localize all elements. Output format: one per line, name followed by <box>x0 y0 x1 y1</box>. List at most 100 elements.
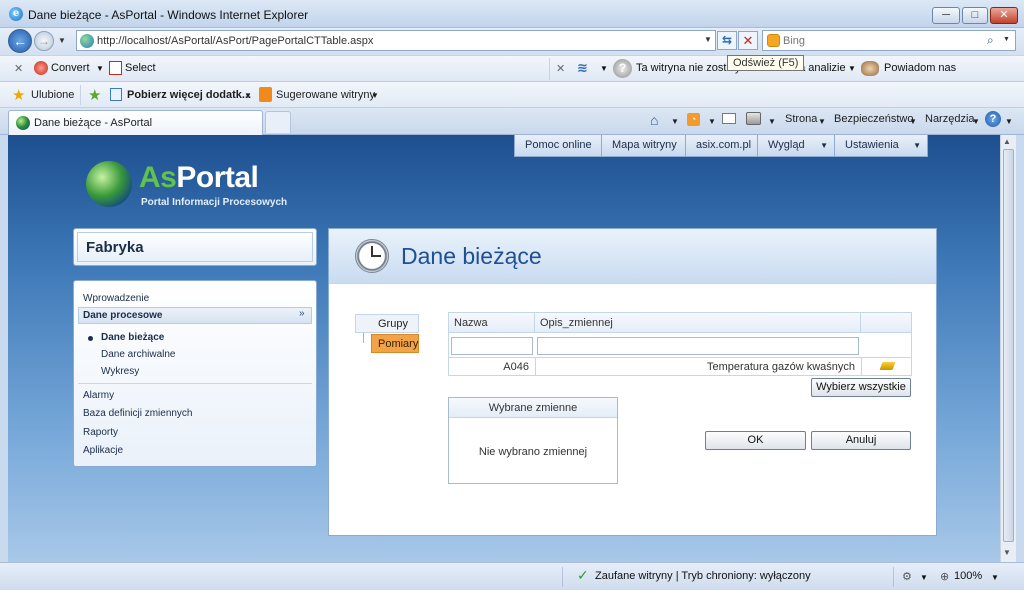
suggested-sites-icon <box>259 87 272 102</box>
help-dropdown-icon[interactable]: ▼ <box>1005 117 1013 126</box>
sidebar-item-variable-db[interactable]: Baza definicji zmiennych <box>83 408 193 419</box>
table-cell-name[interactable]: A046 <box>449 359 529 376</box>
forward-arrow-icon[interactable]: → <box>34 31 54 51</box>
rss-icon[interactable]: ◔ <box>687 113 700 126</box>
back-arrow-icon[interactable]: ← <box>8 29 32 53</box>
wifi-dropdown-icon[interactable]: ▼ <box>600 64 608 73</box>
refresh-icon[interactable]: ⇆ <box>717 31 737 50</box>
tools-menu[interactable]: Narzędzia <box>925 113 975 125</box>
sidebar-section-label: Dane procesowe <box>83 310 163 321</box>
zoom-dropdown-icon[interactable]: ▼ <box>991 573 999 582</box>
address-dropdown-icon[interactable]: ▼ <box>704 35 712 44</box>
toolbar2-close-icon[interactable]: ✕ <box>556 62 565 75</box>
scroll-up-icon[interactable]: ▲ <box>1003 137 1011 146</box>
search-input[interactable] <box>783 33 983 48</box>
site-panel: Fabryka <box>73 228 317 266</box>
nav-help-online[interactable]: Pomoc online <box>514 135 602 157</box>
close-window-button[interactable]: ✕ <box>990 7 1018 24</box>
notify-button[interactable]: Powiadom nas <box>884 62 956 74</box>
page-menu[interactable]: Strona <box>785 113 817 125</box>
tab-groups-label: Grupy <box>378 318 408 330</box>
print-icon[interactable] <box>746 112 761 125</box>
add-favorite-icon[interactable]: ★ <box>88 86 101 104</box>
select-icon <box>109 61 122 75</box>
nav-settings[interactable]: Ustawienia ▼ <box>834 135 928 157</box>
nav-appearance[interactable]: Wygląd ▼ <box>757 135 835 157</box>
help-icon[interactable]: ? <box>985 111 1001 127</box>
address-url[interactable]: http://localhost/AsPortal/AsPort/PagePor… <box>97 35 373 47</box>
suggested-sites-link[interactable]: Sugerowane witryny <box>276 89 375 101</box>
vertical-scrollbar[interactable]: ▲ ▼ <box>1000 135 1016 562</box>
rss-dropdown-icon[interactable]: ▼ <box>708 117 716 126</box>
scroll-down-icon[interactable]: ▼ <box>1003 548 1011 557</box>
sidebar-item-apps[interactable]: Aplikacje <box>83 445 123 456</box>
protected-mode-icon[interactable]: ⚙ <box>902 570 912 583</box>
help-question-icon[interactable]: ? <box>613 59 632 78</box>
more-addons-link[interactable]: Pobierz więcej dodatk... <box>127 89 251 101</box>
search-box[interactable]: ⌕ ▼ <box>762 30 1016 51</box>
nav-asix-link[interactable]: asix.com.pl <box>685 135 758 157</box>
tab-favicon <box>16 116 30 130</box>
suggested-dropdown-icon[interactable]: ▼ <box>371 91 379 100</box>
tab-measurements[interactable]: Pomiary <box>371 334 419 353</box>
toolbar-close-icon[interactable]: ✕ <box>14 62 23 75</box>
ie-logo-icon: e <box>9 7 23 21</box>
nav-site-map[interactable]: Mapa witryny <box>601 135 686 157</box>
home-dropdown-icon[interactable]: ▼ <box>671 117 679 126</box>
sidebar-item-archive-data[interactable]: Dane archiwalne <box>101 349 176 360</box>
stop-icon[interactable]: ✕ <box>738 31 758 50</box>
wifi-icon[interactable]: ≋ <box>577 60 588 76</box>
tools-menu-dropdown-icon[interactable]: ▼ <box>972 117 980 126</box>
recent-pages-chevron-icon[interactable]: ▼ <box>58 36 66 45</box>
filter-description-input[interactable] <box>537 337 859 355</box>
zoom-level[interactable]: 100% <box>954 570 982 582</box>
nav-appearance-label: Wygląd <box>768 139 805 151</box>
scroll-thumb[interactable] <box>1003 149 1014 542</box>
select-all-button[interactable]: Wybierz wszystkie <box>811 378 911 397</box>
table-cell-description[interactable]: Temperatura gazów kwaśnych <box>539 359 855 376</box>
safety-menu-dropdown-icon[interactable]: ▼ <box>909 117 917 126</box>
mail-icon[interactable] <box>722 113 736 124</box>
address-bar[interactable]: http://localhost/AsPortal/AsPort/PagePor… <box>76 30 716 51</box>
analysis-dropdown-icon[interactable]: ▼ <box>848 64 856 73</box>
sidebar-section-process-data[interactable]: Dane procesowe » <box>78 307 312 324</box>
sidebar-item-charts[interactable]: Wykresy <box>101 366 139 377</box>
more-addons-dropdown-icon[interactable]: ▼ <box>244 91 252 100</box>
convert-icon <box>34 61 48 75</box>
page-globe-icon <box>80 34 94 48</box>
column-header-name[interactable]: Nazwa <box>449 313 535 333</box>
variables-table: Nazwa Opis_zmiennej A046 Temperatura gaz… <box>448 312 912 376</box>
logo-text: AsPortal <box>139 161 259 195</box>
convert-dropdown-icon[interactable]: ▼ <box>96 64 104 73</box>
security-zone-text[interactable]: Zaufane witryny | Tryb chroniony: wyłącz… <box>595 570 811 582</box>
column-header-description[interactable]: Opis_zmiennej <box>535 313 861 333</box>
cancel-button[interactable]: Anuluj <box>811 431 911 450</box>
sidebar-item-current-data[interactable]: Dane bieżące <box>101 332 164 343</box>
search-dropdown-icon[interactable]: ▼ <box>1003 36 1010 43</box>
convert-button[interactable]: Convert <box>51 62 90 74</box>
safety-menu[interactable]: Bezpieczeństwo <box>834 113 914 125</box>
print-dropdown-icon[interactable]: ▼ <box>768 117 776 126</box>
filter-name-input[interactable] <box>451 337 533 355</box>
search-icon[interactable]: ⌕ <box>987 33 994 48</box>
bing-icon <box>767 34 780 47</box>
sidebar-item-reports[interactable]: Raporty <box>83 427 118 438</box>
tab-groups[interactable]: Grupy <box>355 314 419 333</box>
sidebar-item-intro[interactable]: Wprowadzenie <box>83 293 149 304</box>
new-tab-button[interactable] <box>265 111 291 133</box>
minimize-button[interactable]: ─ <box>932 7 960 24</box>
sidebar-item-alarms[interactable]: Alarmy <box>83 390 114 401</box>
select-button[interactable]: Select <box>125 62 156 74</box>
add-variable-icon[interactable] <box>879 362 896 370</box>
maximize-button[interactable]: □ <box>962 7 988 24</box>
home-icon[interactable]: ⌂ <box>650 112 658 128</box>
page-menu-dropdown-icon[interactable]: ▼ <box>818 117 826 126</box>
ok-button[interactable]: OK <box>705 431 806 450</box>
protected-mode-dropdown-icon[interactable]: ▼ <box>920 573 928 582</box>
favorites-button[interactable]: Ulubione <box>31 89 74 101</box>
tab-current[interactable]: Dane bieżące - AsPortal <box>8 110 263 135</box>
site-info-text[interactable]: Ta witryna nie zostały <box>636 62 741 74</box>
status-bar: ✓ Zaufane witryny | Tryb chroniony: wyłą… <box>0 562 1024 590</box>
zoom-icon[interactable]: ⊕ <box>940 570 949 583</box>
users-icon <box>861 61 879 76</box>
